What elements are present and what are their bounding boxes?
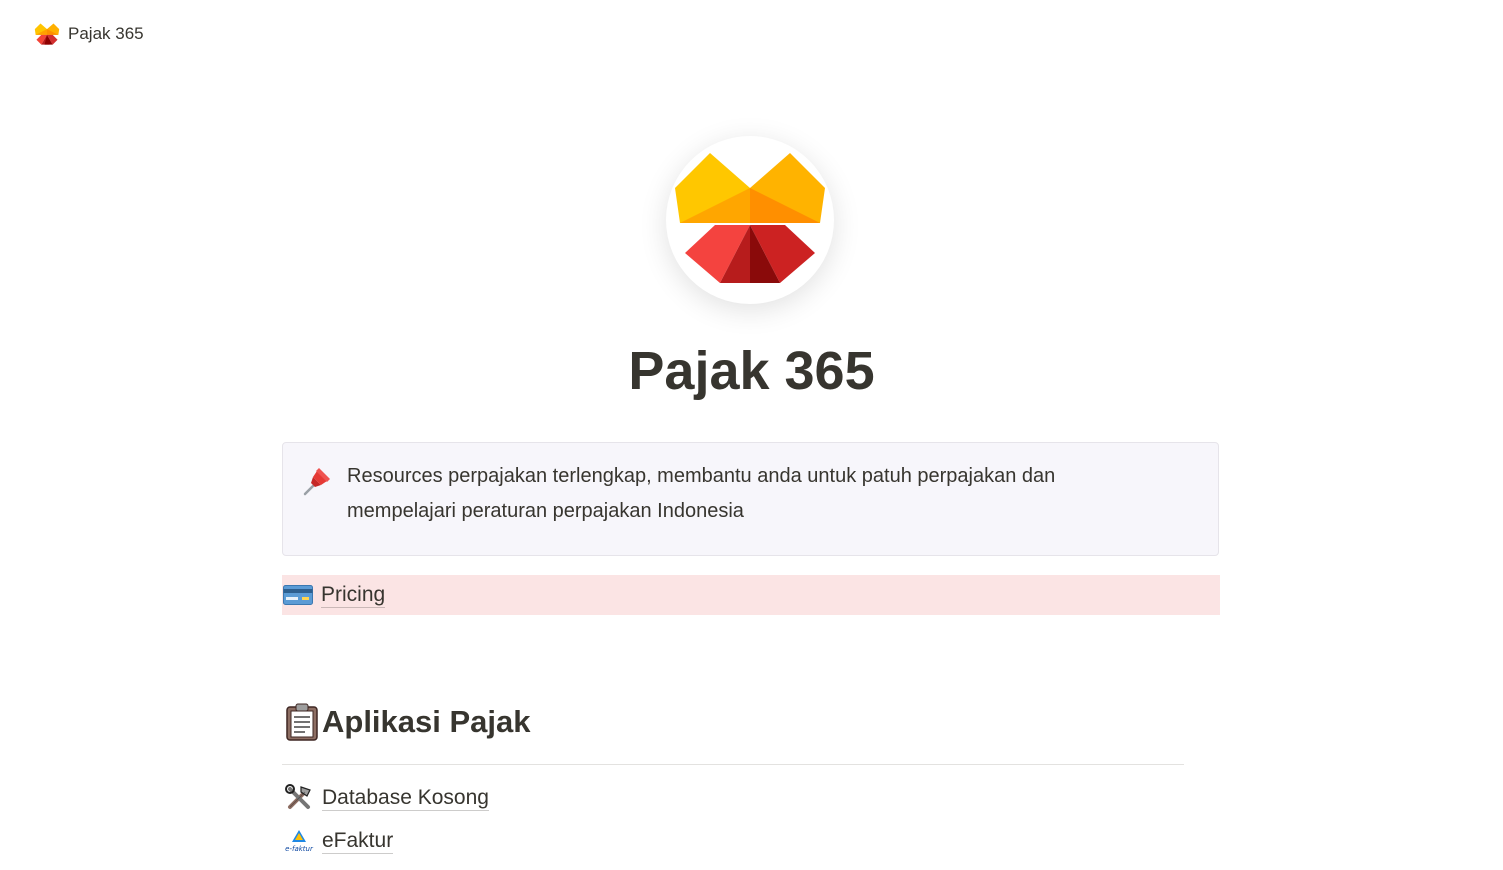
breadcrumb-label: Pajak 365 <box>68 24 144 43</box>
efaktur-logo-icon: e-faktur <box>284 826 314 856</box>
pushpin-icon <box>301 465 333 497</box>
svg-text:e-faktur: e-faktur <box>285 845 314 853</box>
clipboard-icon <box>284 702 320 742</box>
page-link-efaktur[interactable]: e-faktur eFaktur <box>284 826 394 856</box>
page-link-label[interactable]: eFaktur <box>322 829 394 854</box>
pricing-link-row[interactable]: Pricing <box>282 575 1220 615</box>
callout-block: Resources perpajakan terlengkap, membant… <box>282 442 1219 556</box>
callout-text: Resources perpajakan terlengkap, membant… <box>347 465 1056 522</box>
pricing-link[interactable]: Pricing <box>321 583 386 608</box>
butterfly-logo-icon <box>670 152 830 289</box>
tools-icon <box>284 783 314 813</box>
page-title: Pajak 365 <box>628 341 875 401</box>
section-heading-text: Aplikasi Pajak <box>322 704 531 739</box>
butterfly-logo-icon <box>34 21 60 47</box>
page-logo[interactable] <box>666 136 834 304</box>
credit-card-icon <box>283 580 313 610</box>
page-link-label[interactable]: Database Kosong <box>322 786 489 811</box>
divider <box>282 764 1184 765</box>
section-heading: Aplikasi Pajak <box>284 702 531 742</box>
breadcrumb[interactable]: Pajak 365 <box>34 21 144 47</box>
page-link-database-kosong[interactable]: Database Kosong <box>284 783 489 813</box>
